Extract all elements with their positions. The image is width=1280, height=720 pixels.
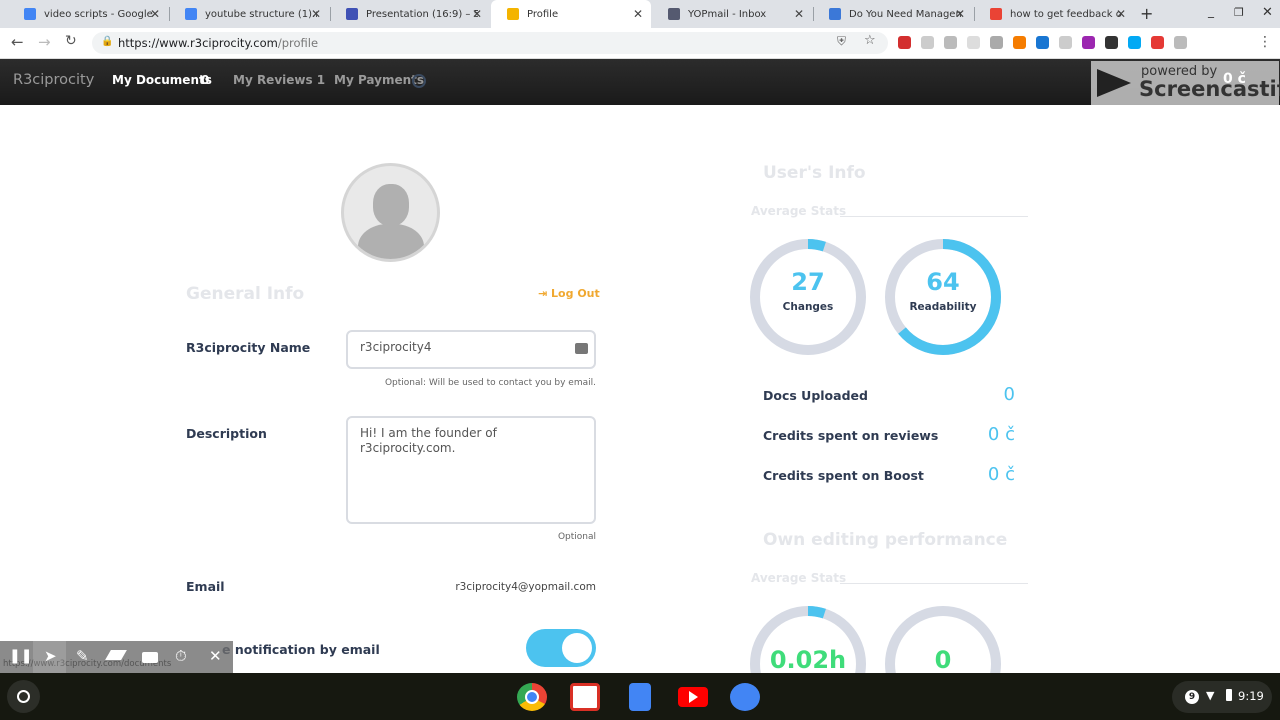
clock: 9:19 — [1238, 689, 1264, 703]
screencastify-toolbar: https://www.r3ciprocity.com/documents ❚❚… — [0, 641, 233, 673]
camera-icon[interactable] — [142, 652, 158, 663]
pen-icon[interactable]: ✎ — [76, 647, 89, 665]
donut-value: 0.02h — [769, 646, 847, 673]
battery-icon — [1226, 689, 1232, 701]
chrome-app-icon[interactable] — [517, 683, 547, 711]
docs-app-icon[interactable] — [629, 683, 651, 711]
timer-icon[interactable]: ⏱ — [175, 647, 187, 665]
notification-count: 9 — [1185, 690, 1199, 704]
status-tray[interactable]: 9 ▼ 9:19 — [1172, 681, 1272, 713]
cursor-icon[interactable]: ➤ — [44, 647, 57, 665]
files-app-icon[interactable] — [730, 683, 760, 711]
donut-value: 0 — [934, 646, 952, 673]
stat-donut: 0.02h — [749, 605, 867, 673]
wifi-icon: ▼ — [1206, 689, 1215, 702]
launcher-button[interactable] — [7, 680, 40, 713]
gmail-app-icon[interactable] — [570, 683, 600, 711]
youtube-app-icon[interactable] — [678, 687, 708, 707]
close-icon[interactable]: ✕ — [209, 647, 222, 665]
stat-donut: 0 — [884, 605, 1002, 673]
pause-icon[interactable]: ❚❚ — [9, 648, 32, 664]
